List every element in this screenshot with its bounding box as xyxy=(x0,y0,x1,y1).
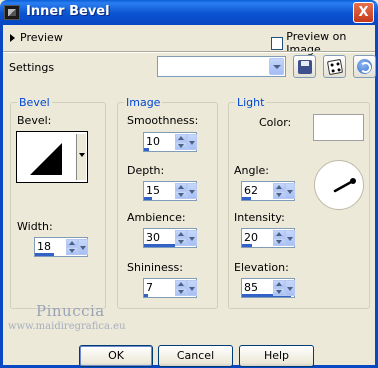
close-button[interactable]: X xyxy=(353,2,374,23)
save-icon xyxy=(298,60,312,74)
up-arrow-icon[interactable] xyxy=(66,239,78,247)
checkbox-box[interactable] xyxy=(271,36,284,50)
depth-label: Depth: xyxy=(127,164,165,177)
shininess-level-bar xyxy=(144,294,148,297)
intensity-value[interactable]: 20 xyxy=(244,231,258,244)
ambience-value[interactable]: 30 xyxy=(146,231,160,244)
down-arrow-icon[interactable] xyxy=(273,288,285,296)
preview-toggle[interactable]: Preview xyxy=(10,31,63,44)
up-arrow-icon[interactable] xyxy=(273,183,285,191)
up-arrow-icon[interactable] xyxy=(175,134,187,142)
down-arrow-icon[interactable] xyxy=(175,142,187,150)
chevron-down-icon[interactable] xyxy=(76,134,86,180)
chevron-down-icon[interactable] xyxy=(285,183,295,199)
help-button[interactable]: Help xyxy=(239,345,314,367)
width-level-bar xyxy=(35,253,54,256)
up-arrow-icon[interactable] xyxy=(273,280,285,288)
depth-level-bar xyxy=(144,197,152,200)
width-label: Width: xyxy=(17,220,53,233)
image-group-title: Image xyxy=(124,96,163,109)
angle-level-bar xyxy=(242,197,251,200)
chevron-down-icon[interactable] xyxy=(285,280,295,296)
width-value[interactable]: 18 xyxy=(37,240,51,253)
separator xyxy=(3,51,375,53)
chevron-down-icon[interactable] xyxy=(187,134,197,150)
chevron-down-icon[interactable] xyxy=(285,230,295,246)
ambience-stepper[interactable] xyxy=(175,230,187,246)
elevation-spinner[interactable]: 85 xyxy=(241,278,295,298)
light-group-title: Light xyxy=(235,96,267,109)
bevel-label: Bevel: xyxy=(17,114,52,127)
light-color-swatch[interactable] xyxy=(313,114,364,141)
title-bar: Inner Bevel X xyxy=(0,0,378,25)
ambience-spinner[interactable]: 30 xyxy=(143,228,197,248)
dice-icon xyxy=(326,58,344,76)
app-icon xyxy=(4,5,20,20)
chevron-down-icon[interactable] xyxy=(187,183,197,199)
angle-value[interactable]: 62 xyxy=(244,184,258,197)
elevation-label: Elevation: xyxy=(234,261,289,274)
smoothness-label: Smoothness: xyxy=(127,114,199,127)
expand-arrow-icon xyxy=(10,33,15,42)
watermark-url: www.maidiregrafica.eu xyxy=(8,321,126,332)
smoothness-value[interactable]: 10 xyxy=(146,135,160,148)
width-spinner[interactable]: 18 xyxy=(34,237,88,257)
angle-spinner[interactable]: 62 xyxy=(241,181,295,201)
up-arrow-icon[interactable] xyxy=(175,230,187,238)
ok-button[interactable]: OK xyxy=(79,345,153,367)
bevel-group-title: Bevel xyxy=(17,96,52,109)
down-arrow-icon[interactable] xyxy=(66,247,78,255)
intensity-label: Intensity: xyxy=(234,211,285,224)
shininess-stepper[interactable] xyxy=(175,280,187,296)
down-arrow-icon[interactable] xyxy=(175,238,187,246)
chevron-down-icon[interactable] xyxy=(187,280,197,296)
chevron-down-icon[interactable] xyxy=(187,230,197,246)
color-label: Color: xyxy=(259,116,292,129)
ambience-label: Ambience: xyxy=(127,211,186,224)
smoothness-level-bar xyxy=(144,148,150,151)
intensity-level-bar xyxy=(242,244,253,247)
settings-label: Settings xyxy=(9,61,55,74)
window-title: Inner Bevel xyxy=(26,4,110,19)
depth-value[interactable]: 15 xyxy=(146,184,160,197)
width-stepper[interactable] xyxy=(66,239,78,255)
down-arrow-icon[interactable] xyxy=(175,191,187,199)
ambience-level-bar xyxy=(144,244,176,247)
chevron-down-icon[interactable] xyxy=(269,58,284,75)
down-arrow-icon[interactable] xyxy=(273,238,285,246)
smoothness-spinner[interactable]: 10 xyxy=(143,132,197,152)
chevron-down-icon[interactable] xyxy=(78,239,88,255)
elevation-stepper[interactable] xyxy=(273,280,285,296)
save-preset-button[interactable] xyxy=(293,55,316,78)
depth-stepper[interactable] xyxy=(175,183,187,199)
settings-dropdown[interactable] xyxy=(157,56,286,77)
smoothness-stepper[interactable] xyxy=(175,134,187,150)
angle-label: Angle: xyxy=(234,164,270,177)
up-arrow-icon[interactable] xyxy=(175,280,187,288)
reset-button[interactable] xyxy=(353,55,376,78)
randomize-button[interactable] xyxy=(323,55,346,78)
shininess-value[interactable]: 7 xyxy=(146,281,153,294)
preview-label: Preview xyxy=(20,31,63,44)
reset-icon xyxy=(357,59,372,74)
depth-spinner[interactable]: 15 xyxy=(143,181,197,201)
down-arrow-icon[interactable] xyxy=(273,191,285,199)
elevation-value[interactable]: 85 xyxy=(244,281,258,294)
shininess-label: Shininess: xyxy=(127,261,183,274)
intensity-stepper[interactable] xyxy=(273,230,285,246)
bevel-shape-picker[interactable] xyxy=(16,131,88,183)
angle-dial-needle-icon xyxy=(333,178,356,193)
angle-dial[interactable] xyxy=(314,160,364,210)
watermark-name: Pinuccia xyxy=(36,302,105,320)
cancel-button[interactable]: Cancel xyxy=(158,345,233,367)
shininess-spinner[interactable]: 7 xyxy=(143,278,197,298)
up-arrow-icon[interactable] xyxy=(273,230,285,238)
up-arrow-icon[interactable] xyxy=(175,183,187,191)
intensity-spinner[interactable]: 20 xyxy=(241,228,295,248)
down-arrow-icon[interactable] xyxy=(175,288,187,296)
bevel-shape-icon xyxy=(30,143,62,175)
angle-stepper[interactable] xyxy=(273,183,285,199)
